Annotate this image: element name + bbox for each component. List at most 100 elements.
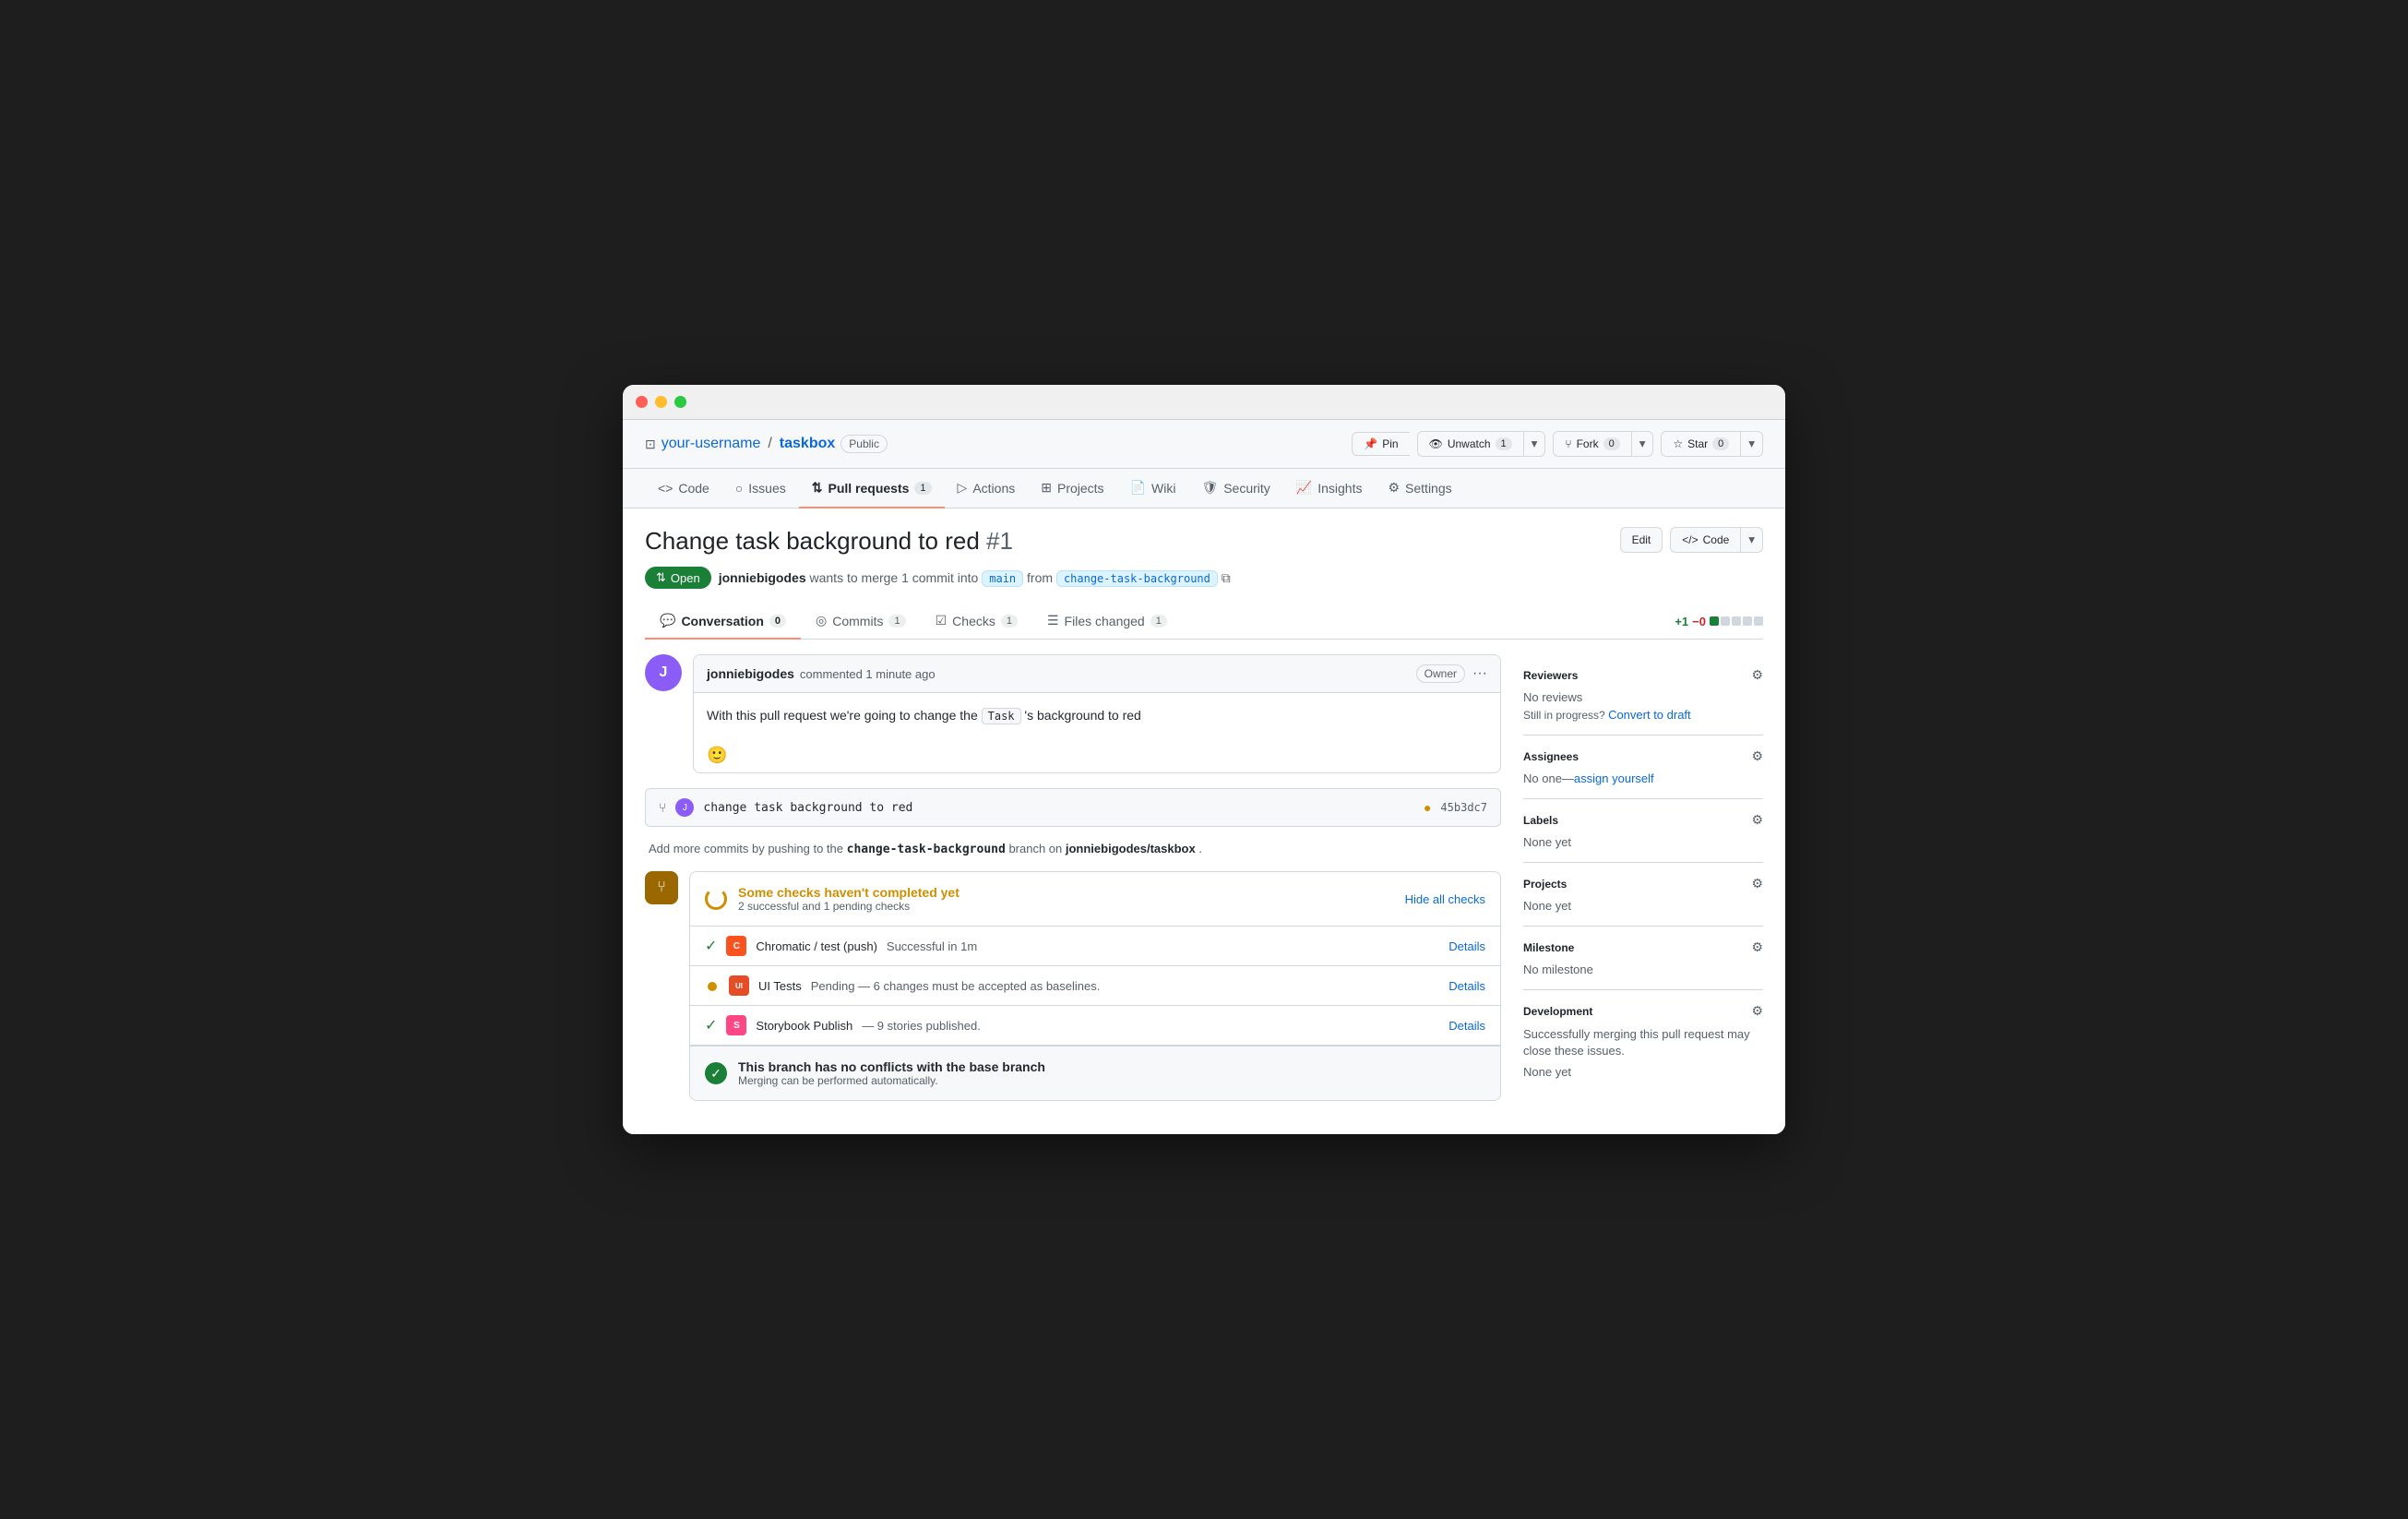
conversation-badge: 0	[769, 615, 786, 628]
reviewers-title: Reviewers	[1523, 669, 1578, 682]
repo-name-link[interactable]: taskbox	[780, 436, 835, 452]
checks-spinner	[705, 888, 727, 910]
close-button[interactable]	[636, 396, 648, 408]
pr-header: Change task background to red #1 Edit </…	[645, 527, 1763, 556]
check-item-storybook: ✓ S Storybook Publish — 9 stories publis…	[690, 1006, 1500, 1046]
details-link-sb[interactable]: Details	[1448, 1019, 1485, 1033]
pin-button-group: 📌 Pin	[1352, 432, 1409, 456]
tab-wiki-label: Wiki	[1151, 481, 1175, 496]
pr-main-column: J jonniebigodes commented 1 minute ago O…	[645, 654, 1501, 1116]
pr-number: #1	[986, 527, 1013, 555]
repo-owner-link[interactable]: your-username	[662, 436, 761, 452]
details-link-chromatic[interactable]: Details	[1448, 939, 1485, 953]
files-badge: 1	[1150, 615, 1167, 628]
reviewers-gear-icon[interactable]: ⚙	[1751, 667, 1763, 683]
sidebar-assignees: Assignees ⚙ No one—assign yourself	[1523, 736, 1763, 799]
info-prefix: Add more commits by pushing to the	[649, 842, 843, 855]
push-info-message: Add more commits by pushing to the chang…	[645, 842, 1501, 856]
assignees-value: No one—assign yourself	[1523, 771, 1763, 785]
info-repo-link[interactable]: jonniebigodes/taskbox	[1066, 842, 1196, 855]
tab-insights[interactable]: 📈 Insights	[1283, 469, 1376, 508]
development-gear-icon[interactable]: ⚙	[1751, 1003, 1763, 1019]
unwatch-caret[interactable]: ▾	[1523, 431, 1546, 457]
code-button[interactable]: </> Code	[1670, 527, 1740, 553]
check-status-sb: — 9 stories published.	[862, 1019, 981, 1033]
tab-pull-requests[interactable]: ⇅ Pull requests 1	[799, 469, 945, 508]
assignees-gear-icon[interactable]: ⚙	[1751, 748, 1763, 764]
code-caret[interactable]: ▾	[1740, 527, 1763, 553]
check-item-chromatic: ✓ C Chromatic / test (push) Successful i…	[690, 927, 1500, 966]
diff-block-5	[1754, 616, 1763, 626]
labels-gear-icon[interactable]: ⚙	[1751, 812, 1763, 828]
pr-tab-conversation[interactable]: 💬 Conversation 0	[645, 604, 801, 640]
development-header: Development ⚙	[1523, 1003, 1763, 1019]
fork-button-group: ⑂ Fork 0 ▾	[1553, 431, 1653, 457]
info-middle: branch on	[1008, 842, 1065, 855]
milestone-title: Milestone	[1523, 941, 1574, 954]
commit-hash[interactable]: 45b3dc7	[1440, 801, 1487, 814]
projects-header: Projects ⚙	[1523, 876, 1763, 891]
milestone-gear-icon[interactable]: ⚙	[1751, 939, 1763, 955]
check-item-ui-tests: UI UI Tests Pending — 6 changes must be …	[690, 966, 1500, 1006]
merge-title: This branch has no conflicts with the ba…	[738, 1059, 1045, 1074]
pr-status-badge: ⇅ Open	[645, 567, 711, 589]
maximize-button[interactable]	[674, 396, 686, 408]
tab-code[interactable]: <> Code	[645, 470, 722, 508]
merge-check-text: This branch has no conflicts with the ba…	[738, 1059, 1045, 1087]
checks-title-group: Some checks haven't completed yet 2 succ…	[738, 885, 960, 913]
hide-checks-button[interactable]: Hide all checks	[1405, 892, 1485, 906]
tab-wiki[interactable]: 📄 Wiki	[1117, 469, 1189, 508]
pr-author-name[interactable]: jonniebigodes	[719, 570, 806, 585]
commits-label: Commits	[832, 614, 883, 628]
comment-author[interactable]: jonniebigodes	[707, 666, 794, 681]
tab-actions[interactable]: ▷ Actions	[945, 469, 1029, 508]
reviewers-header: Reviewers ⚙	[1523, 667, 1763, 683]
pr-header-actions: Edit </> Code ▾	[1620, 527, 1763, 553]
comment-body: With this pull request we're going to ch…	[694, 693, 1500, 738]
star-button[interactable]: ☆ Star 0	[1661, 431, 1740, 457]
pr-sidebar: Reviewers ⚙ No reviews Still in progress…	[1523, 654, 1763, 1116]
projects-title: Projects	[1523, 878, 1567, 891]
assignees-header: Assignees ⚙	[1523, 748, 1763, 764]
pin-button[interactable]: 📌 Pin	[1352, 432, 1409, 456]
pr-target-branch[interactable]: main	[982, 570, 1023, 587]
sidebar-development: Development ⚙ Successfully merging this …	[1523, 990, 1763, 1092]
tab-projects-label: Projects	[1057, 481, 1104, 496]
tab-settings-label: Settings	[1405, 481, 1452, 496]
code-btn-icon: </>	[1682, 533, 1698, 546]
diff-block-1	[1710, 616, 1719, 626]
unwatch-button[interactable]: 👁 Unwatch 1	[1417, 431, 1523, 457]
tab-security-label: Security	[1223, 481, 1270, 496]
pr-tab-files-changed[interactable]: ☰ Files changed 1	[1032, 604, 1182, 640]
tab-security[interactable]: 🛡 Security	[1188, 469, 1282, 508]
tab-projects[interactable]: ⊞ Projects	[1028, 469, 1116, 508]
convert-to-draft-link[interactable]: Convert to draft	[1608, 708, 1691, 722]
pr-source-branch[interactable]: change-task-background	[1056, 570, 1218, 587]
projects-gear-icon[interactable]: ⚙	[1751, 876, 1763, 891]
emoji-button[interactable]: 🙂	[707, 746, 727, 764]
assign-yourself-link[interactable]: assign yourself	[1574, 771, 1654, 785]
pr-body: J jonniebigodes commented 1 minute ago O…	[645, 640, 1763, 1116]
copy-branch-icon[interactable]: ⧉	[1222, 570, 1231, 585]
edit-button[interactable]: Edit	[1620, 527, 1663, 553]
fork-button[interactable]: ⑂ Fork 0	[1553, 431, 1630, 457]
tab-issues-label: Issues	[748, 481, 785, 496]
details-link-ui[interactable]: Details	[1448, 979, 1485, 993]
merge-ok-icon: ✓	[705, 1062, 727, 1084]
minimize-button[interactable]	[655, 396, 667, 408]
comment-more-options[interactable]: ···	[1472, 665, 1487, 682]
fork-caret[interactable]: ▾	[1631, 431, 1654, 457]
main-content: Change task background to red #1 Edit </…	[623, 508, 1785, 1134]
sidebar-projects: Projects ⚙ None yet	[1523, 863, 1763, 927]
star-caret[interactable]: ▾	[1740, 431, 1763, 457]
security-icon: 🛡	[1201, 480, 1218, 496]
diff-deletions: −0	[1692, 615, 1706, 628]
tab-issues[interactable]: ○ Issues	[722, 470, 799, 508]
tab-settings[interactable]: ⚙ Settings	[1375, 469, 1464, 508]
check-ok-icon-chromatic: ✓	[705, 937, 717, 955]
pr-tab-commits[interactable]: ◎ Commits 1	[801, 604, 921, 640]
commit-branch-icon: ⑂	[659, 800, 666, 815]
check-left-sb: ✓ S Storybook Publish — 9 stories publis…	[705, 1015, 981, 1035]
check-left-chromatic: ✓ C Chromatic / test (push) Successful i…	[705, 936, 977, 956]
pr-tab-checks[interactable]: ☑ Checks 1	[921, 604, 1032, 640]
